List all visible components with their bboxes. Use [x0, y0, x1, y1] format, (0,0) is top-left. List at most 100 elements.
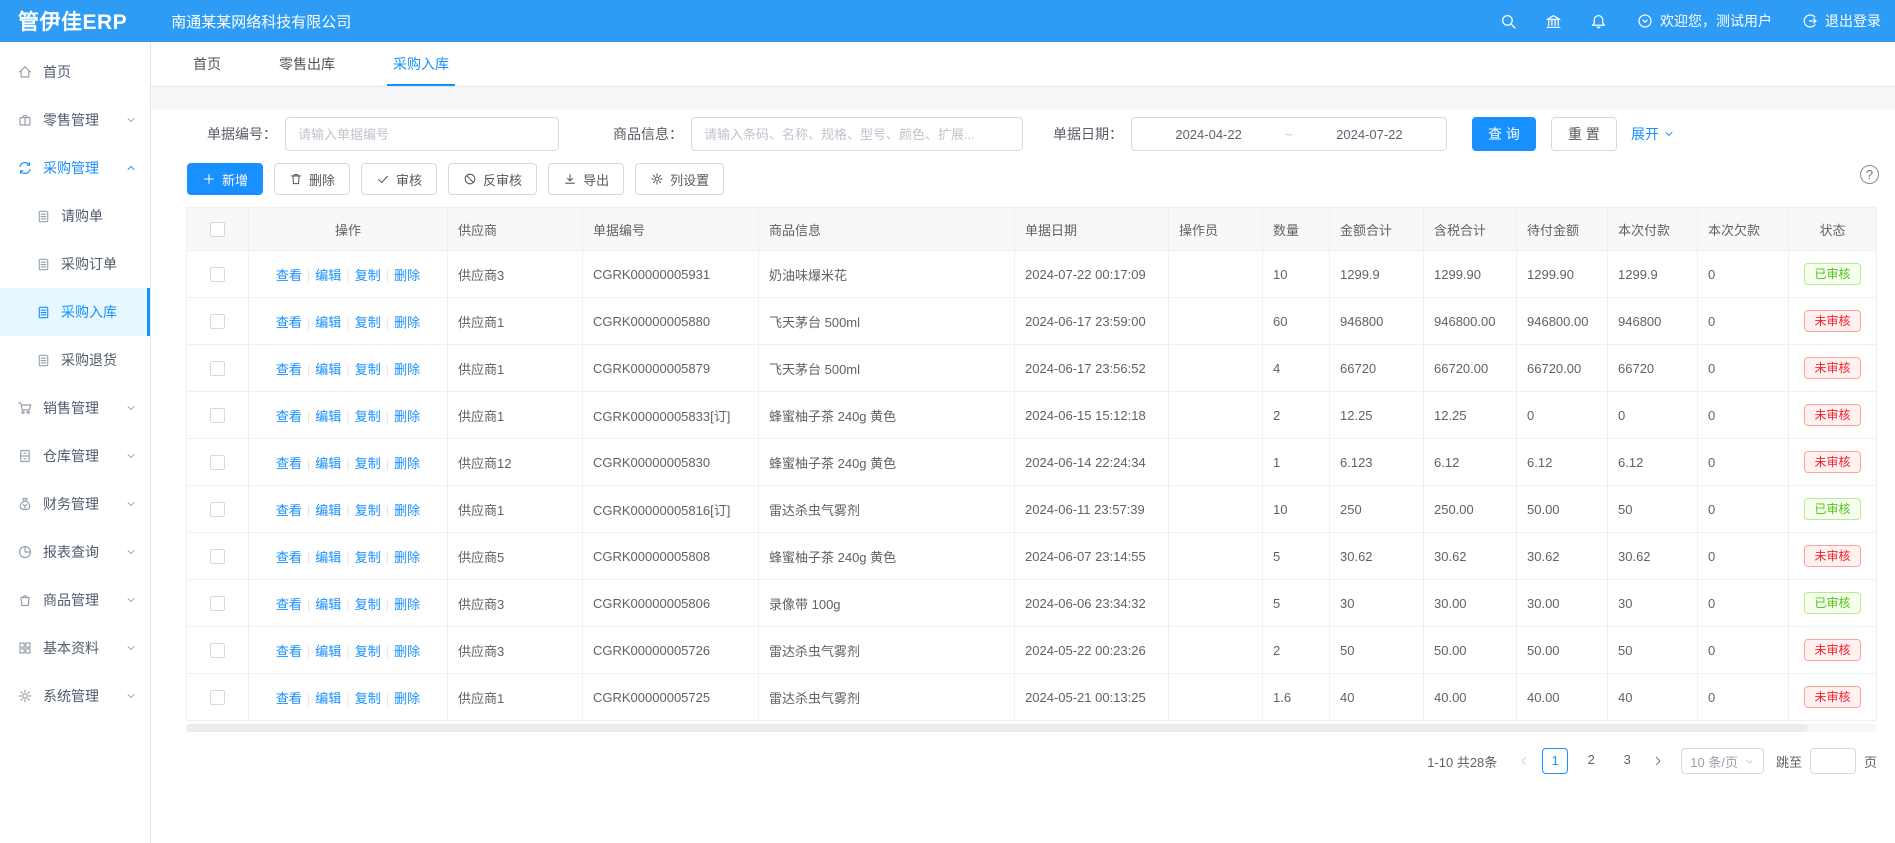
- edit-link[interactable]: 编辑: [315, 315, 341, 330]
- row-checkbox[interactable]: [210, 643, 225, 658]
- unaudit-button[interactable]: 反审核: [448, 163, 537, 195]
- copy-link[interactable]: 复制: [355, 362, 381, 377]
- audit-button[interactable]: 审核: [361, 163, 437, 195]
- edit-link[interactable]: 编辑: [315, 409, 341, 424]
- page-button-3[interactable]: 3: [1614, 748, 1640, 774]
- doc-icon: [36, 209, 51, 224]
- copy-link[interactable]: 复制: [355, 597, 381, 612]
- view-link[interactable]: 查看: [276, 550, 302, 565]
- date-range-picker[interactable]: 2024-04-22 ~ 2024-07-22: [1131, 117, 1447, 151]
- delete-link[interactable]: 删除: [394, 409, 420, 424]
- sidebar-item-goods[interactable]: 商品管理: [0, 576, 150, 624]
- delete-button[interactable]: 删除: [274, 163, 350, 195]
- copy-link[interactable]: 复制: [355, 503, 381, 518]
- view-link[interactable]: 查看: [276, 597, 302, 612]
- delete-link[interactable]: 删除: [394, 456, 420, 471]
- view-link[interactable]: 查看: [276, 644, 302, 659]
- sidebar-item-finance[interactable]: 财务管理: [0, 480, 150, 528]
- select-all-checkbox[interactable]: [210, 222, 225, 237]
- row-checkbox[interactable]: [210, 267, 225, 282]
- logout-button[interactable]: 退出登录: [1802, 11, 1881, 31]
- expand-toggle[interactable]: 展开: [1631, 124, 1675, 144]
- edit-link[interactable]: 编辑: [315, 597, 341, 612]
- delete-link[interactable]: 删除: [394, 550, 420, 565]
- export-button[interactable]: 导出: [548, 163, 624, 195]
- tab-home[interactable]: 首页: [193, 42, 221, 86]
- date-to[interactable]: 2024-07-22: [1336, 127, 1403, 142]
- user-menu[interactable]: 欢迎您，测试用户: [1637, 11, 1772, 31]
- bill-no-input[interactable]: [285, 117, 559, 151]
- sidebar-item-basic-data[interactable]: 基本资料: [0, 624, 150, 672]
- sidebar-item-retail[interactable]: 零售管理: [0, 96, 150, 144]
- sidebar-item-purchase-request[interactable]: 请购单: [0, 192, 150, 240]
- copy-link[interactable]: 复制: [355, 409, 381, 424]
- delete-link[interactable]: 删除: [394, 597, 420, 612]
- view-link[interactable]: 查看: [276, 268, 302, 283]
- copy-link[interactable]: 复制: [355, 315, 381, 330]
- sidebar-item-sales[interactable]: 销售管理: [0, 384, 150, 432]
- help-icon[interactable]: ?: [1860, 165, 1879, 184]
- view-link[interactable]: 查看: [276, 409, 302, 424]
- edit-link[interactable]: 编辑: [315, 268, 341, 283]
- row-checkbox[interactable]: [210, 455, 225, 470]
- search-button[interactable]: 查 询: [1472, 117, 1536, 151]
- edit-link[interactable]: 编辑: [315, 456, 341, 471]
- view-link[interactable]: 查看: [276, 315, 302, 330]
- horizontal-scrollbar[interactable]: [186, 724, 1876, 732]
- row-checkbox[interactable]: [210, 502, 225, 517]
- sidebar-item-warehouse[interactable]: 仓库管理: [0, 432, 150, 480]
- row-checkbox[interactable]: [210, 690, 225, 705]
- view-link[interactable]: 查看: [276, 691, 302, 706]
- row-checkbox[interactable]: [210, 408, 225, 423]
- copy-link[interactable]: 复制: [355, 691, 381, 706]
- search-icon[interactable]: [1500, 13, 1517, 30]
- tab-retail-outbound[interactable]: 零售出库: [279, 42, 335, 86]
- prev-page-button[interactable]: [1518, 755, 1530, 767]
- bell-icon[interactable]: [1590, 13, 1607, 30]
- delete-link[interactable]: 删除: [394, 691, 420, 706]
- product-info-input[interactable]: [691, 117, 1023, 151]
- page-size-select[interactable]: 10 条/页: [1681, 748, 1764, 774]
- view-link[interactable]: 查看: [276, 362, 302, 377]
- edit-link[interactable]: 编辑: [315, 691, 341, 706]
- tab-purchase-inbound[interactable]: 采购入库: [393, 42, 449, 86]
- copy-link[interactable]: 复制: [355, 268, 381, 283]
- view-link[interactable]: 查看: [276, 456, 302, 471]
- reset-button[interactable]: 重 置: [1551, 117, 1617, 151]
- edit-link[interactable]: 编辑: [315, 503, 341, 518]
- sidebar-item-purchase-order[interactable]: 采购订单: [0, 240, 150, 288]
- bank-icon[interactable]: [1545, 13, 1562, 30]
- delete-link[interactable]: 删除: [394, 268, 420, 283]
- page-button-2[interactable]: 2: [1578, 748, 1604, 774]
- welcome-text: 欢迎您，测试用户: [1660, 11, 1772, 31]
- view-link[interactable]: 查看: [276, 503, 302, 518]
- copy-link[interactable]: 复制: [355, 644, 381, 659]
- edit-link[interactable]: 编辑: [315, 362, 341, 377]
- copy-link[interactable]: 复制: [355, 456, 381, 471]
- sidebar-item-reports[interactable]: 报表查询: [0, 528, 150, 576]
- sidebar-item-home[interactable]: 首页: [0, 48, 150, 96]
- jump-page-input[interactable]: [1810, 748, 1856, 774]
- status-cell: 未审核: [1789, 674, 1877, 721]
- sidebar-item-purchase-return[interactable]: 采购退货: [0, 336, 150, 384]
- edit-link[interactable]: 编辑: [315, 550, 341, 565]
- delete-link[interactable]: 删除: [394, 644, 420, 659]
- sidebar-item-purchase[interactable]: 采购管理: [0, 144, 150, 192]
- row-checkbox[interactable]: [210, 314, 225, 329]
- next-page-button[interactable]: [1652, 755, 1664, 767]
- sidebar-item-system[interactable]: 系统管理: [0, 672, 150, 720]
- date-from[interactable]: 2024-04-22: [1175, 127, 1242, 142]
- sidebar-item-purchase-inbound[interactable]: 采购入库: [0, 288, 150, 336]
- row-checkbox[interactable]: [210, 596, 225, 611]
- table-row: 查看|编辑|复制|删除 供应商3 CGRK00000005726 雷达杀虫气雾剂…: [187, 627, 1877, 674]
- edit-link[interactable]: 编辑: [315, 644, 341, 659]
- row-checkbox[interactable]: [210, 361, 225, 376]
- delete-link[interactable]: 删除: [394, 315, 420, 330]
- delete-link[interactable]: 删除: [394, 362, 420, 377]
- copy-link[interactable]: 复制: [355, 550, 381, 565]
- delete-link[interactable]: 删除: [394, 503, 420, 518]
- add-button[interactable]: 新增: [187, 163, 263, 195]
- column-settings-button[interactable]: 列设置: [635, 163, 724, 195]
- row-checkbox[interactable]: [210, 549, 225, 564]
- page-button-1[interactable]: 1: [1542, 748, 1568, 774]
